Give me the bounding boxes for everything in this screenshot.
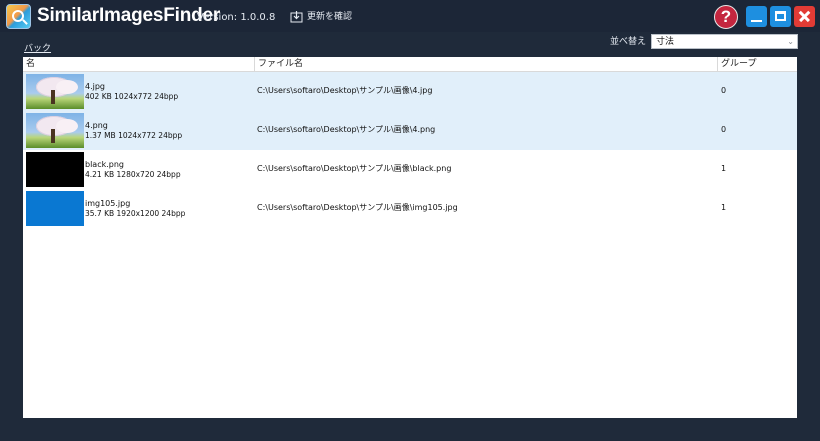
table-row[interactable]: black.png 4.21 KB 1280x720 24bpp C:\Users\… (23, 150, 797, 189)
table-row[interactable]: 4.jpg 402 KB 1024x772 24bpp C:\Users\softa… (23, 72, 797, 111)
file-path: C:\Users\softaro\Desktop\サンプル\画像\4.jpg (257, 86, 433, 95)
group-number: 1 (721, 203, 727, 212)
column-header-filename[interactable]: ファイル名 (254, 57, 717, 72)
group-number: 0 (721, 125, 727, 134)
back-link[interactable]: バック (24, 43, 51, 55)
update-check-button[interactable]: 更新を確認 (290, 10, 352, 24)
file-meta: 1.37 MB 1024x772 24bpp (85, 131, 183, 140)
file-meta: 35.7 KB 1920x1200 24bpp (85, 209, 186, 218)
file-meta: 4.21 KB 1280x720 24bpp (85, 170, 181, 179)
minimize-icon (751, 20, 762, 22)
group-number: 0 (721, 86, 727, 95)
sort-dropdown[interactable]: 寸法 ⌄ (651, 34, 798, 49)
thumbnail-image (26, 74, 84, 109)
maximize-icon (775, 11, 786, 21)
file-name: 4.png (85, 121, 108, 130)
minimize-button[interactable] (746, 6, 767, 27)
close-button[interactable] (794, 6, 815, 27)
thumbnail-image (26, 191, 84, 226)
version-label: Version: 1.0.0.8 (197, 12, 276, 23)
chevron-down-icon: ⌄ (787, 37, 794, 46)
table-header: 名 ファイル名 グループ (23, 57, 797, 72)
table-row[interactable]: img105.jpg 35.7 KB 1920x1200 24bpp C:\User… (23, 189, 797, 228)
app-logo-icon (6, 4, 31, 29)
help-icon[interactable]: ? (714, 5, 738, 29)
results-table: 名 ファイル名 グループ 4.jpg 402 KB 1024x772 24bpp C… (23, 57, 797, 418)
file-path: C:\Users\softaro\Desktop\サンプル\画像\black.p… (257, 164, 452, 173)
sort-label: 並べ替え (610, 37, 647, 47)
file-path: C:\Users\softaro\Desktop\サンプル\画像\img105.… (257, 203, 458, 212)
column-header-group[interactable]: グループ (717, 57, 797, 72)
group-number: 1 (721, 164, 727, 173)
file-name: black.png (85, 160, 125, 169)
app-title: SimilarImagesFinder (37, 5, 221, 26)
sort-selected-value: 寸法 (656, 37, 675, 47)
update-check-label: 更新を確認 (307, 12, 353, 22)
download-icon (290, 10, 303, 22)
thumbnail-image (26, 152, 84, 187)
file-name: img105.jpg (85, 199, 131, 208)
title-bar: SimilarImagesFinder Version: 1.0.0.8 更新を… (0, 0, 820, 32)
thumbnail-image (26, 113, 84, 148)
column-header-name[interactable]: 名 (23, 57, 254, 72)
table-row[interactable]: 4.png 1.37 MB 1024x772 24bpp C:\Users\soft… (23, 111, 797, 150)
file-name: 4.jpg (85, 82, 106, 91)
maximize-button[interactable] (770, 6, 791, 27)
file-path: C:\Users\softaro\Desktop\サンプル\画像\4.png (257, 125, 436, 134)
file-meta: 402 KB 1024x772 24bpp (85, 92, 179, 101)
